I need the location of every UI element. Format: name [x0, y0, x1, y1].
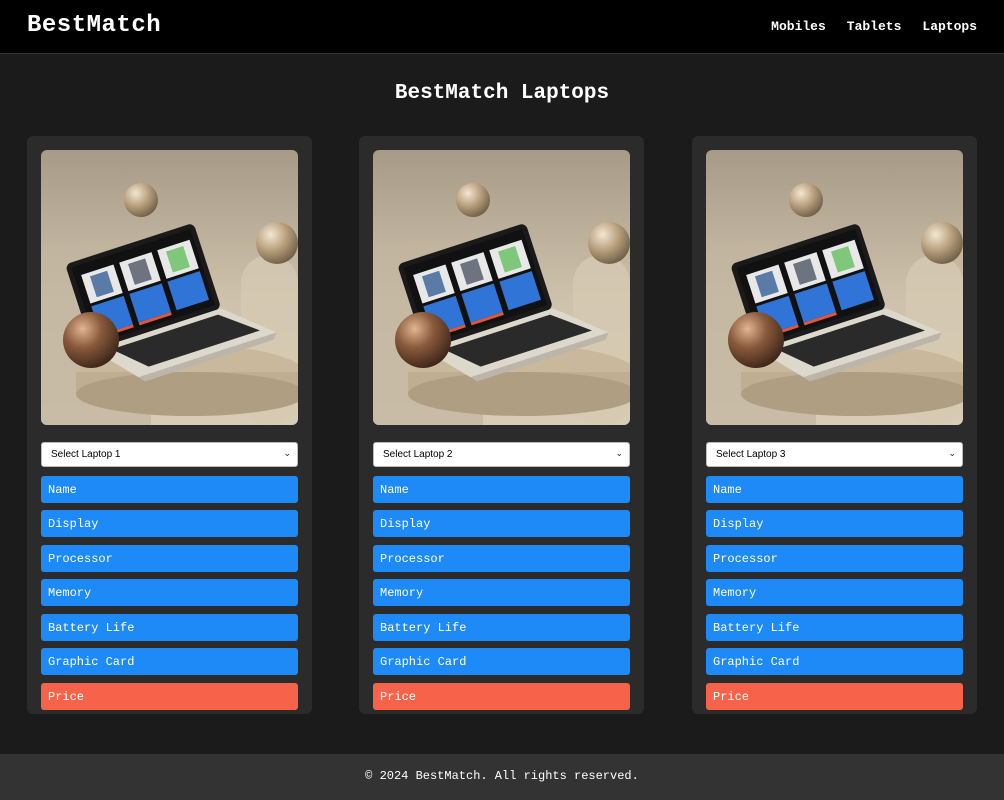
chevron-down-icon: ⌄ — [615, 448, 623, 458]
spec-display: Display — [706, 510, 963, 537]
spec-price: Price — [706, 683, 963, 710]
laptop-card-3: Select Laptop 3 ⌄ Name Display Processor… — [692, 136, 977, 714]
laptop-select-2[interactable]: Select Laptop 2 ⌄ — [373, 442, 630, 467]
laptop-card-1: Select Laptop 1 ⌄ Name Display Processor… — [27, 136, 312, 714]
page-title: BestMatch Laptops — [394, 82, 610, 105]
select-label: Select Laptop 3 — [716, 449, 786, 460]
spec-price: Price — [41, 683, 298, 710]
laptop-select-3[interactable]: Select Laptop 3 ⌄ — [706, 442, 963, 467]
footer: © 2024 BestMatch. All rights reserved. — [0, 754, 1004, 800]
spec-battery-life: Battery Life — [41, 614, 298, 641]
laptop-image — [41, 150, 298, 425]
laptop-image — [706, 150, 963, 425]
spec-name: Name — [373, 476, 630, 503]
chevron-down-icon: ⌄ — [948, 448, 956, 458]
spec-display: Display — [373, 510, 630, 537]
spec-name: Name — [41, 476, 298, 503]
nav-link-tablets[interactable]: Tablets — [847, 19, 902, 34]
spec-processor: Processor — [41, 545, 298, 572]
spec-graphic-card: Graphic Card — [41, 648, 298, 675]
spec-graphic-card: Graphic Card — [373, 648, 630, 675]
spec-memory: Memory — [706, 579, 963, 606]
nav-links: Mobiles Tablets Laptops — [771, 19, 977, 34]
spec-graphic-card: Graphic Card — [706, 648, 963, 675]
select-label: Select Laptop 2 — [383, 449, 453, 460]
nav-link-mobiles[interactable]: Mobiles — [771, 19, 826, 34]
laptop-image — [373, 150, 630, 425]
laptop-select-1[interactable]: Select Laptop 1 ⌄ — [41, 442, 298, 467]
spec-memory: Memory — [41, 579, 298, 606]
chevron-down-icon: ⌄ — [283, 448, 291, 458]
spec-price: Price — [373, 683, 630, 710]
nav-link-laptops[interactable]: Laptops — [922, 19, 977, 34]
footer-copyright: © 2024 BestMatch. All rights reserved. — [365, 769, 639, 783]
select-label: Select Laptop 1 — [51, 449, 121, 460]
spec-processor: Processor — [373, 545, 630, 572]
spec-display: Display — [41, 510, 298, 537]
spec-battery-life: Battery Life — [373, 614, 630, 641]
spec-memory: Memory — [373, 579, 630, 606]
navbar: BestMatch Mobiles Tablets Laptops — [0, 0, 1004, 54]
spec-processor: Processor — [706, 545, 963, 572]
laptop-card-2: Select Laptop 2 ⌄ Name Display Processor… — [359, 136, 644, 714]
spec-battery-life: Battery Life — [706, 614, 963, 641]
spec-name: Name — [706, 476, 963, 503]
brand-logo[interactable]: BestMatch — [27, 12, 161, 39]
